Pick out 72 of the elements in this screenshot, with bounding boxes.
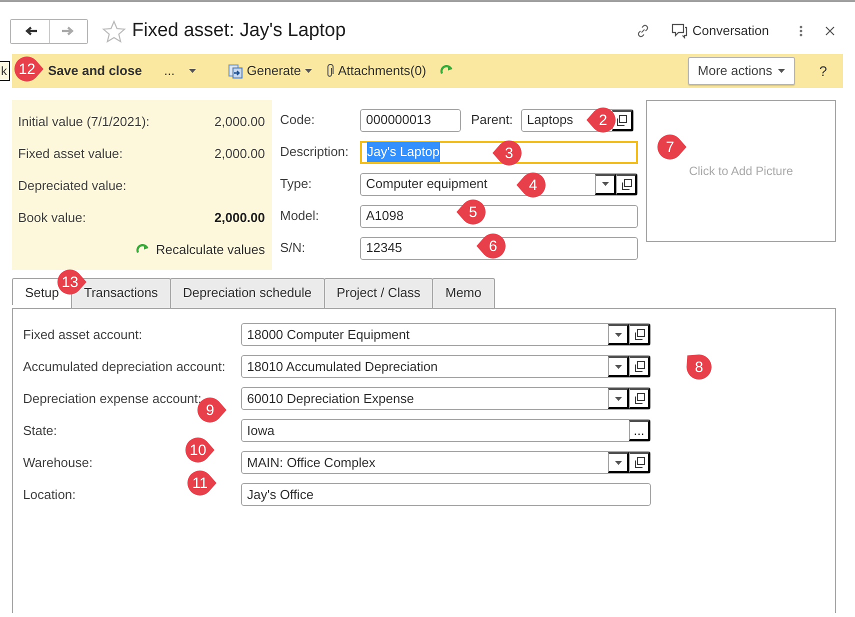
caret-icon [188,69,196,73]
star-icon[interactable] [102,20,126,42]
dropdown-button[interactable] [608,452,629,473]
input-field[interactable]: 18000 Computer Equipment [241,323,651,346]
summary-label: Initial value (7/1/2021): [18,113,150,132]
save-and-close-button[interactable]: Save and close [48,61,142,81]
dropdown-button[interactable] [608,388,629,409]
attachments-button[interactable]: Attachments(0) [326,61,426,81]
paperclip-icon [326,64,334,78]
open-window-icon [632,392,646,405]
input-field[interactable]: 60010 Depreciation Expense [241,387,651,410]
input-field[interactable]: Jay's Office [241,483,651,506]
input-field[interactable]: 000000013 [360,108,461,132]
field-label: Parent: [471,111,513,130]
open-window-icon [615,114,628,126]
open-window-icon [620,178,632,190]
open-button[interactable] [629,452,650,473]
tab[interactable]: Depreciation schedule [170,278,325,308]
field-label: Description: [280,143,350,162]
generate-button[interactable]: Generate [228,61,312,81]
right-arrow-icon [62,26,76,36]
field-label: Depreciation expense account: [23,390,203,408]
caret-icon [614,332,622,336]
summary-label: Depreciated value: [18,177,126,196]
document-arrow-icon [228,64,243,78]
help-button[interactable]: ? [819,60,827,82]
field-label: Accumulated depreciation account: [23,358,226,376]
field-label: S/N: [280,239,306,258]
field-label: Fixed asset account: [23,326,144,344]
input-field[interactable]: Iowa ... [241,419,651,442]
summary-label: Book value: [18,209,86,228]
more-actions-button[interactable]: More actions [688,57,796,85]
field-label: State: [23,422,58,440]
open-button[interactable] [629,356,650,377]
caret-icon [602,182,608,186]
window-title: Fixed asset: Jay's Laptop [132,18,346,43]
summary-label: Fixed asset value: [18,145,123,164]
tab[interactable]: Memo [432,278,494,308]
caret-icon [305,69,312,73]
summary-value: 2,000.00 [214,113,265,132]
field-label: Type: [280,175,313,194]
dropdown-button[interactable] [608,324,629,345]
open-button[interactable] [629,388,650,409]
dropdown-button[interactable] [608,356,629,377]
input-field[interactable]: 18010 Accumulated Depreciation [241,355,651,378]
caret-icon [614,364,622,368]
field-label: Location: [23,486,77,504]
caret-icon [778,69,786,73]
open-window-icon [632,328,646,341]
hidden-button[interactable]: k [0,61,10,81]
tab[interactable]: Project / Class [324,278,434,308]
left-arrow-icon [23,26,37,36]
conversation-button[interactable]: Conversation [671,21,769,41]
field-label: Code: [280,111,316,130]
summary-value: 2,000.00 [214,145,265,164]
recalculate-link[interactable]: Recalculate values [136,240,265,260]
field-label: Model: [280,207,320,226]
caret-icon [614,460,622,464]
dropdown-button[interactable] [595,174,616,194]
open-button[interactable] [616,174,637,194]
open-window-icon [632,456,646,469]
more-options-icon[interactable] [799,25,803,37]
open-window-icon [632,360,646,373]
chat-icon [671,23,688,39]
close-icon[interactable] [825,26,835,36]
choice-button[interactable]: ... [629,420,650,441]
caret-icon [614,396,622,400]
open-button[interactable] [629,324,650,345]
more-button[interactable]: ... [164,61,196,81]
input-field[interactable]: MAIN: Office Complex [241,451,651,474]
field-label: Warehouse: [23,454,94,472]
summary-value: 2,000.00 [214,209,265,228]
